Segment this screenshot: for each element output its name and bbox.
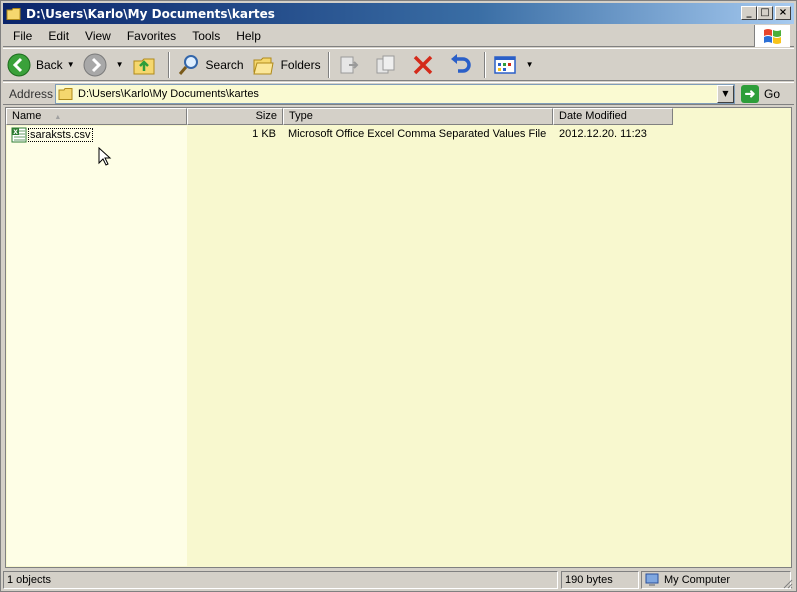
close-button[interactable]: × <box>775 6 791 20</box>
file-date-modified: 2012.12.20. 11:23 <box>559 128 647 140</box>
forward-dropdown-icon[interactable]: ▼ <box>116 60 124 69</box>
status-zone: My Computer <box>641 571 791 589</box>
file-name[interactable]: saraksts.csv <box>28 128 93 142</box>
menu-view[interactable]: View <box>75 29 117 43</box>
forward-icon <box>83 53 107 76</box>
go-arrow-icon: ➜ <box>741 84 759 103</box>
copy-to-icon <box>376 55 395 73</box>
forward-button[interactable]: ▼ <box>79 51 128 79</box>
explorer-window: D:\Users\Karlo\My Documents\kartes _ □ ×… <box>0 0 797 592</box>
column-header-row: Name ▲ Size Type Date Modified <box>6 108 673 125</box>
folders-label: Folders <box>280 57 321 72</box>
column-header-size-label: Size <box>255 110 277 122</box>
svg-text:X: X <box>13 129 18 136</box>
go-button[interactable]: ➜ Go <box>741 84 781 103</box>
go-label: Go <box>764 86 781 101</box>
delete-button[interactable] <box>407 51 444 79</box>
minimize-button[interactable]: _ <box>741 6 757 20</box>
mouse-cursor-icon <box>98 147 112 166</box>
search-icon <box>178 54 198 75</box>
window-title: D:\Users\Karlo\My Documents\kartes <box>26 6 275 21</box>
column-header-size[interactable]: Size <box>187 108 283 125</box>
file-type: Microsoft Office Excel Comma Separated V… <box>288 128 547 140</box>
address-value: D:\Users\Karlo\My Documents\kartes <box>78 87 259 100</box>
maximize-button[interactable]: □ <box>757 6 773 20</box>
address-bar: Address D:\Users\Karlo\My Documents\kart… <box>3 82 794 105</box>
status-zone-label: My Computer <box>664 574 731 586</box>
sort-ascending-icon: ▲ <box>54 114 62 121</box>
title-bar[interactable]: D:\Users\Karlo\My Documents\kartes _ □ × <box>3 3 794 24</box>
menu-edit[interactable]: Edit <box>38 29 75 43</box>
menu-file[interactable]: File <box>3 29 38 43</box>
toolbar-separator <box>327 51 330 78</box>
views-icon <box>493 55 516 74</box>
menu-tools[interactable]: Tools <box>182 29 226 43</box>
my-computer-icon <box>645 573 659 586</box>
excel-csv-icon: X <box>11 127 27 143</box>
up-folder-icon <box>133 58 155 74</box>
toolbar-separator <box>167 51 170 78</box>
address-label: Address <box>9 86 54 101</box>
status-size: 190 bytes <box>561 571 639 589</box>
address-dropdown-icon[interactable]: ▼ <box>717 84 734 103</box>
up-button[interactable] <box>128 51 165 79</box>
table-row[interactable]: X saraksts.csv 1 KB Microsoft Office Exc… <box>6 127 791 144</box>
back-icon <box>7 53 31 76</box>
back-dropdown-icon[interactable]: ▼ <box>67 60 75 69</box>
column-header-type[interactable]: Type <box>283 108 553 125</box>
move-to-button[interactable] <box>333 51 370 79</box>
delete-icon <box>413 55 432 74</box>
folder-icon <box>6 7 21 20</box>
views-button[interactable]: ▼ <box>489 51 538 79</box>
back-button[interactable]: Back ▼ <box>3 51 79 79</box>
column-header-type-label: Type <box>289 110 313 122</box>
resize-grip-icon[interactable] <box>781 577 793 589</box>
folders-button[interactable]: Folders <box>248 51 325 79</box>
column-header-date-label: Date Modified <box>559 110 627 122</box>
status-objects: 1 objects <box>3 571 558 589</box>
column-header-date-modified[interactable]: Date Modified <box>553 108 673 125</box>
search-button[interactable]: Search <box>173 51 248 79</box>
undo-icon <box>450 53 471 73</box>
search-label: Search <box>205 57 244 72</box>
column-header-name-label: Name <box>12 110 42 122</box>
views-dropdown-icon[interactable]: ▼ <box>526 60 534 69</box>
file-size: 1 KB <box>252 128 276 140</box>
windows-logo-icon <box>754 25 790 47</box>
sorted-column-highlight <box>7 126 187 566</box>
undo-button[interactable] <box>444 51 481 79</box>
folders-icon <box>252 57 274 74</box>
menu-favorites[interactable]: Favorites <box>117 29 182 43</box>
move-to-icon <box>340 56 358 73</box>
column-header-name[interactable]: Name ▲ <box>6 108 187 125</box>
copy-to-button[interactable] <box>370 51 407 79</box>
folder-icon <box>58 87 73 100</box>
address-input[interactable]: D:\Users\Karlo\My Documents\kartes ▼ <box>55 83 735 104</box>
menu-help[interactable]: Help <box>226 29 267 43</box>
back-label: Back <box>36 57 63 72</box>
menu-bar: File Edit View Favorites Tools Help <box>3 25 794 47</box>
file-list-view[interactable]: Name ▲ Size Type Date Modified X sarakst… <box>5 107 792 568</box>
toolbar-separator <box>483 51 486 78</box>
status-bar: 1 objects 190 bytes My Computer <box>3 570 794 590</box>
standard-toolbar: Back ▼ ▼ Search Folders ▼ <box>3 48 794 81</box>
